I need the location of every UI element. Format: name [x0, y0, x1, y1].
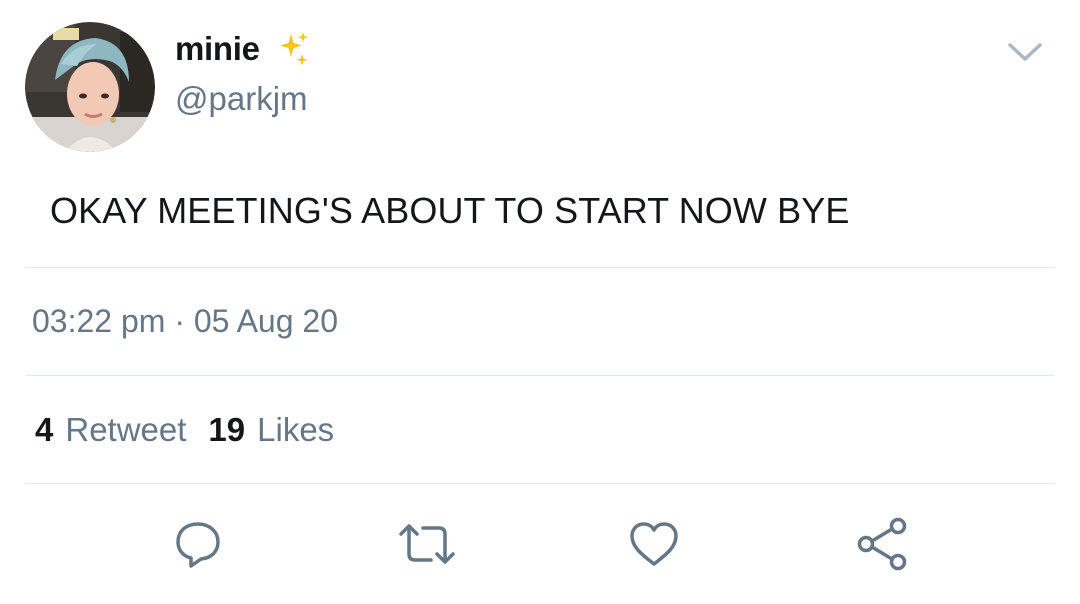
- user-info: minie @parkjm: [175, 30, 312, 118]
- tweet-time: 03:22 pm: [32, 303, 166, 339]
- avatar[interactable]: [25, 22, 155, 152]
- retweet-label[interactable]: Retweet: [65, 411, 186, 449]
- like-count[interactable]: 19: [208, 411, 245, 449]
- tweet-timestamp[interactable]: 03:22 pm · 05 Aug 20: [32, 303, 338, 340]
- divider: [25, 375, 1055, 376]
- retweet-button[interactable]: [395, 512, 459, 576]
- sparkles-icon: [279, 32, 308, 66]
- timestamp-separator: ·: [174, 303, 185, 339]
- like-label[interactable]: Likes: [257, 411, 334, 449]
- retweet-count[interactable]: 4: [35, 411, 53, 449]
- chevron-down-icon[interactable]: [1007, 40, 1043, 64]
- divider: [25, 267, 1055, 268]
- reply-button[interactable]: [166, 512, 230, 576]
- heart-icon: [630, 522, 678, 566]
- tweet-stats: 4 Retweet 19 Likes: [35, 411, 356, 449]
- like-button[interactable]: [622, 512, 686, 576]
- tweet-card: minie @parkjm OKAY MEETING'S ABOUT TO ST…: [0, 0, 1080, 604]
- retweet-icon: [399, 524, 455, 564]
- share-button[interactable]: [850, 512, 914, 576]
- user-handle[interactable]: @parkjm: [175, 80, 312, 118]
- action-bar: [0, 512, 1080, 576]
- reply-icon: [176, 522, 220, 568]
- tweet-date: 05 Aug 20: [193, 303, 338, 339]
- share-icon: [857, 517, 907, 571]
- display-name[interactable]: minie: [175, 30, 260, 68]
- tweet-header: minie @parkjm: [25, 22, 1055, 154]
- display-name-row: minie: [175, 30, 312, 68]
- avatar-image: [25, 22, 155, 152]
- divider: [25, 483, 1055, 484]
- tweet-text: OKAY MEETING'S ABOUT TO START NOW BYE: [50, 190, 850, 231]
